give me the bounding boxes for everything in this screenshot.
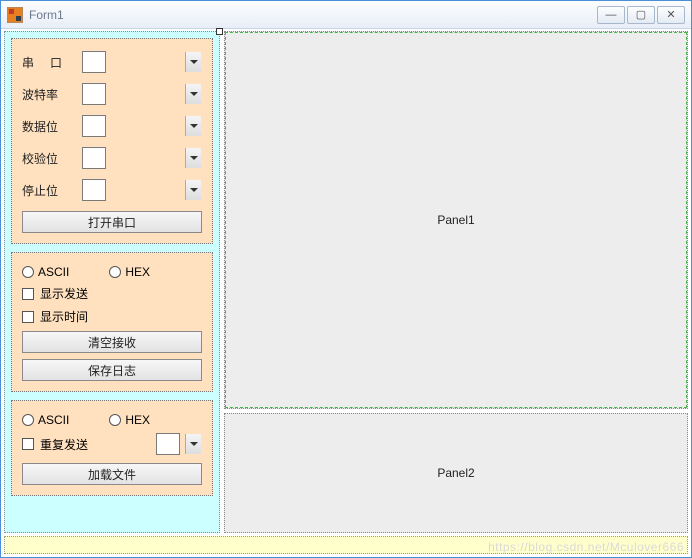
app-icon [7,7,23,23]
data-combo[interactable] [82,115,106,137]
parity-label: 校验位 [22,150,74,167]
chevron-down-icon [185,434,201,454]
port-combo[interactable] [82,51,106,73]
minimize-button[interactable]: — [597,6,625,24]
baud-combo[interactable] [82,83,106,105]
send-options-group: ASCII HEX 重复发送 [11,400,213,496]
port-label: 串 口 [22,54,74,71]
chevron-down-icon [185,148,201,168]
panel2: Panel2 [224,413,688,533]
recv-ascii-radio[interactable] [22,266,34,278]
recv-hex-label: HEX [125,265,150,279]
close-button[interactable]: ✕ [657,6,685,24]
bottom-strip [4,536,688,554]
repeat-send-label: 重复发送 [40,436,88,453]
chevron-down-icon [185,116,201,136]
recv-options-group: ASCII HEX 显示发送 显示时间 [11,252,213,392]
show-send-label: 显示发送 [40,285,88,302]
titlebar: Form1 — ▢ ✕ [1,1,691,29]
save-log-button[interactable]: 保存日志 [22,359,202,381]
send-ascii-label: ASCII [38,413,69,427]
panel1-label: Panel1 [437,213,474,227]
repeat-interval-combo[interactable] [156,433,180,455]
recv-ascii-label: ASCII [38,265,69,279]
chevron-down-icon [185,180,201,200]
data-label: 数据位 [22,118,74,135]
serial-settings-group: 串 口 波特率 数据位 [11,38,213,244]
baud-label: 波特率 [22,86,74,103]
show-time-checkbox[interactable] [22,311,34,323]
show-time-label: 显示时间 [40,308,88,325]
chevron-down-icon [185,52,201,72]
stop-combo[interactable] [82,179,106,201]
form-window: Form1 — ▢ ✕ 串 口 波特率 [0,0,692,558]
recv-hex-radio[interactable] [109,266,121,278]
load-file-button[interactable]: 加载文件 [22,463,202,485]
open-port-button[interactable]: 打开串口 [22,211,202,233]
maximize-button[interactable]: ▢ [627,6,655,24]
panel2-label: Panel2 [437,466,474,480]
window-title: Form1 [29,8,64,22]
show-send-checkbox[interactable] [22,288,34,300]
left-panel: 串 口 波特率 数据位 [4,31,220,533]
clear-recv-button[interactable]: 清空接收 [22,331,202,353]
resize-handle[interactable] [216,28,223,35]
send-ascii-radio[interactable] [22,414,34,426]
send-hex-radio[interactable] [109,414,121,426]
stop-label: 停止位 [22,182,74,199]
repeat-send-checkbox[interactable] [22,438,34,450]
send-hex-label: HEX [125,413,150,427]
client-area: 串 口 波特率 数据位 [1,29,691,557]
panel1: Panel1 [224,31,688,409]
parity-combo[interactable] [82,147,106,169]
chevron-down-icon [185,84,201,104]
right-panel: Panel1 Panel2 [224,31,688,533]
